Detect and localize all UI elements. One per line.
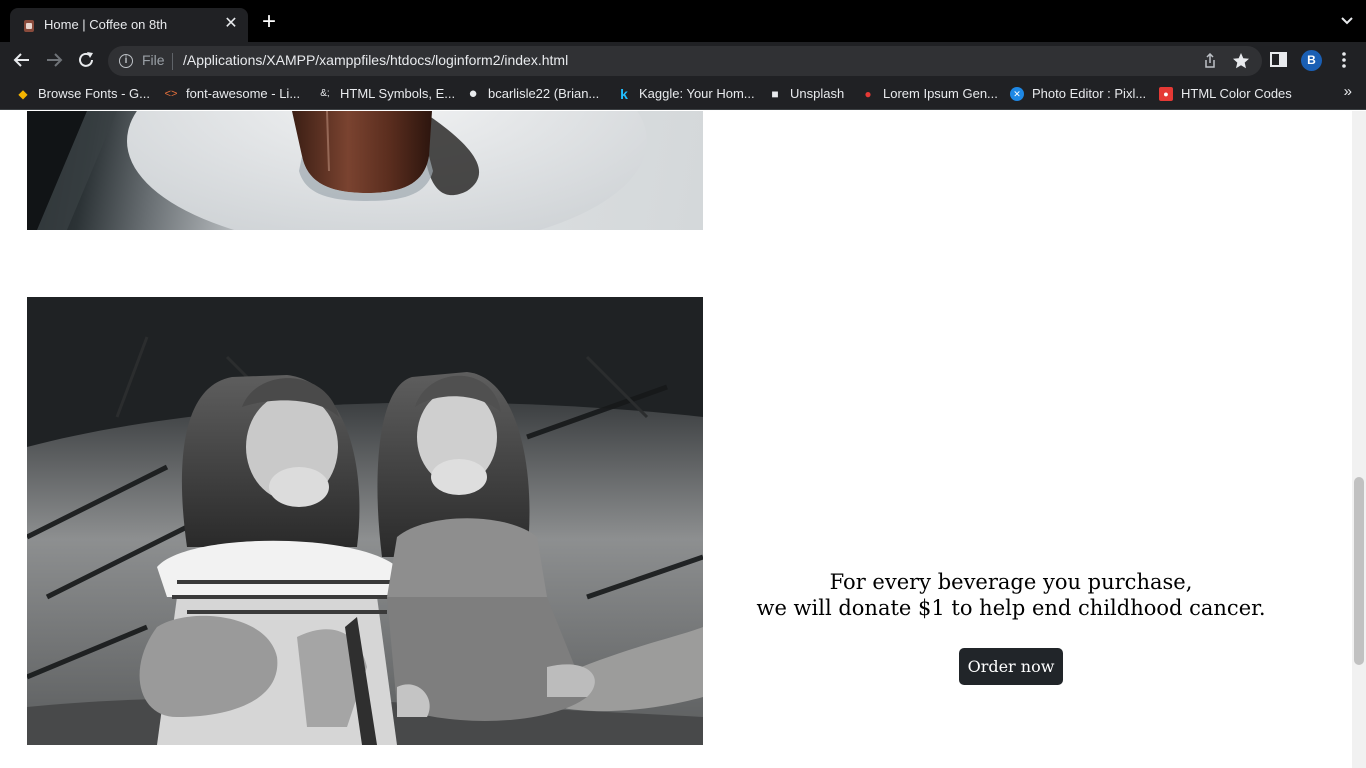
order-now-button[interactable]: Order now: [959, 648, 1063, 685]
forward-arrow-icon[interactable]: [44, 50, 64, 70]
tab-title: Home | Coffee on 8th: [44, 17, 168, 32]
bookmark-star-icon[interactable]: [1232, 52, 1250, 70]
kebab-menu-icon[interactable]: [1340, 51, 1348, 69]
html-color-codes-icon: ●: [1159, 87, 1173, 101]
bookmark-label: Unsplash: [790, 86, 845, 101]
coffee-glass-photo: [27, 111, 703, 230]
url-text[interactable]: /Applications/XAMPP/xamppfiles/htdocs/lo…: [183, 52, 568, 68]
browser-toolbar: i File /Applications/XAMPP/xamppfiles/ht…: [0, 42, 1366, 78]
promo-line-2: we will donate $1 to help end childhood …: [756, 596, 1266, 620]
bookmarks-bar: ◆ Browse Fonts - G... <> font-awesome - …: [0, 78, 1366, 110]
bookmark-label: Browse Fonts - G...: [38, 86, 150, 101]
url-scheme-label: File: [142, 52, 165, 68]
scrollbar-thumb[interactable]: [1354, 477, 1364, 665]
bookmark-label: HTML Color Codes: [1181, 86, 1292, 101]
lorem-ipsum-icon: ●: [864, 87, 872, 101]
code-icon: <>: [164, 88, 178, 100]
bookmark-label: Kaggle: Your Hom...: [639, 86, 755, 101]
reload-icon[interactable]: [76, 50, 96, 70]
github-icon: ●: [468, 85, 478, 102]
kaggle-icon: k: [620, 86, 628, 102]
google-fonts-icon: ◆: [18, 87, 28, 101]
close-tab-icon[interactable]: ✕: [222, 15, 240, 33]
ampersand-icon: &;: [320, 88, 330, 99]
tab-strip: Home | Coffee on 8th ✕ +: [0, 0, 1366, 42]
site-info-icon[interactable]: i: [119, 54, 133, 68]
coffee-favicon-icon: [24, 20, 34, 32]
unsplash-icon: ■: [771, 87, 779, 101]
promo-line-1: For every beverage you purchase,: [829, 570, 1193, 594]
bookmark-label: HTML Symbols, E...: [340, 86, 456, 101]
bookmarks-overflow-chevron-icon[interactable]: »: [1344, 83, 1352, 100]
profile-avatar[interactable]: B: [1301, 50, 1322, 71]
side-panel-icon[interactable]: [1270, 52, 1287, 67]
two-girls-photo: [27, 297, 703, 745]
bookmark-label: font-awesome - Li...: [186, 86, 301, 101]
omnibox-divider: [172, 53, 173, 70]
donation-message: For every beverage you purchase, we will…: [720, 569, 1302, 621]
bookmark-label: bcarlisle22 (Brian...: [488, 86, 600, 101]
new-tab-button[interactable]: +: [258, 10, 280, 34]
page-content: For every beverage you purchase, we will…: [0, 111, 1366, 768]
browser-tab[interactable]: Home | Coffee on 8th ✕: [10, 8, 248, 42]
bookmark-label: Lorem Ipsum Gen...: [883, 86, 998, 101]
share-icon[interactable]: [1202, 53, 1218, 69]
address-bar[interactable]: i File /Applications/XAMPP/xamppfiles/ht…: [108, 46, 1262, 76]
page-scrollbar[interactable]: [1352, 111, 1366, 768]
bookmark-label: Photo Editor : Pixl...: [1032, 86, 1147, 101]
back-arrow-icon[interactable]: [12, 50, 32, 70]
pixlr-icon: ✕: [1010, 87, 1024, 101]
tab-search-chevron-icon[interactable]: [1340, 14, 1354, 28]
